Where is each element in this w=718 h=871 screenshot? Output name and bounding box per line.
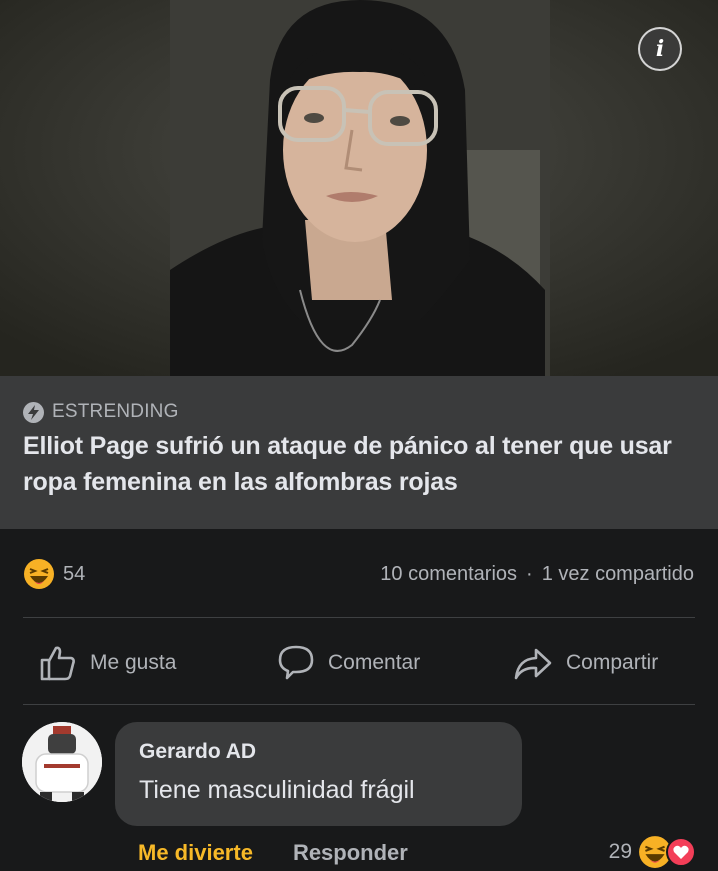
source-name: ESTRENDING <box>52 401 179 422</box>
comment-actions: Me divierte Responder <box>138 836 408 870</box>
post-photo[interactable]: i <box>0 0 718 376</box>
thumbs-up-icon <box>40 646 75 681</box>
info-glyph: i <box>655 36 665 62</box>
link-source: ESTRENDING <box>23 400 179 424</box>
divider-bottom <box>23 704 695 705</box>
reply-button[interactable]: Responder <box>293 840 408 866</box>
user-avatar[interactable] <box>22 722 102 802</box>
info-icon[interactable]: i <box>638 27 682 71</box>
comment-bubble[interactable]: Gerardo AD Tiene masculinidad frágil <box>115 722 522 826</box>
comment-reaction-summary[interactable]: 29 <box>609 834 696 870</box>
like-button[interactable]: Me gusta <box>38 636 176 690</box>
link-headline[interactable]: Elliot Page sufrió un ataque de pánico a… <box>23 428 703 500</box>
lightning-bolt-icon <box>23 401 44 423</box>
post-actions: Me gusta Comentar Compartir <box>0 636 718 690</box>
reaction-count: 54 <box>63 562 86 585</box>
comment-text: Tiene masculinidad frágil <box>139 776 415 804</box>
engagement-stats: 10 comentarios · 1 vez compartido <box>380 558 694 590</box>
comment-reaction-count: 29 <box>608 840 632 863</box>
comment-author[interactable]: Gerardo AD <box>139 740 256 764</box>
reaction-summary[interactable]: 54 <box>23 558 85 590</box>
comment-label: Comentar <box>328 651 421 674</box>
share-label: Compartir <box>566 651 659 674</box>
haha-emoji-icon <box>24 559 54 589</box>
share-count[interactable]: 1 vez compartido <box>542 563 694 586</box>
stats-separator: · <box>526 562 533 585</box>
share-button[interactable]: Compartir <box>512 636 658 690</box>
speech-bubble-icon <box>278 645 314 680</box>
share-arrow-icon <box>514 648 552 680</box>
comment-count[interactable]: 10 comentarios <box>380 563 517 586</box>
like-label: Me gusta <box>90 651 177 674</box>
comment-reaction-button[interactable]: Me divierte <box>138 840 253 866</box>
love-heart-icon <box>666 837 696 867</box>
comment-button[interactable]: Comentar <box>276 636 420 690</box>
divider-top <box>23 617 695 618</box>
portrait-image <box>0 0 718 376</box>
avatar-image <box>22 722 102 802</box>
